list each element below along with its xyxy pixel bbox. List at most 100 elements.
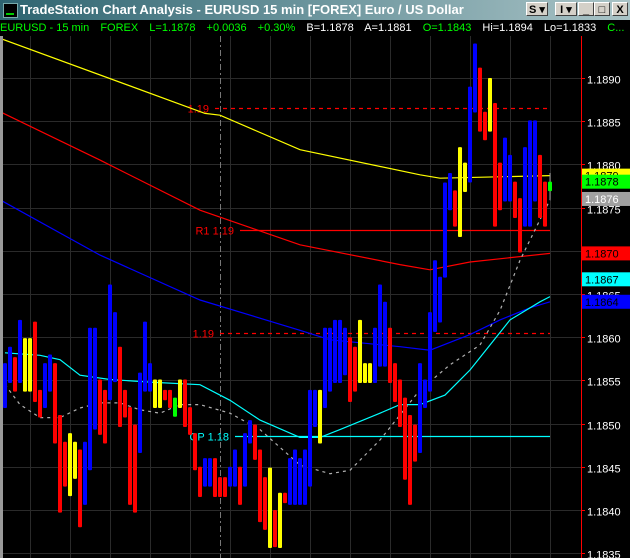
- price-bar: [128, 407, 132, 505]
- price-bar: [93, 327, 97, 430]
- price-bar: [158, 379, 162, 409]
- price-bar: [383, 301, 387, 367]
- bid-price: B=1.1878: [306, 22, 354, 34]
- price-tag-label: 1.1878: [585, 177, 619, 189]
- grid: [0, 36, 630, 558]
- price-bar: [88, 327, 92, 471]
- price-bar: [313, 389, 317, 428]
- last-price: L=1.1878: [149, 22, 196, 34]
- price-bar: [483, 111, 487, 141]
- price-bar: [148, 363, 152, 392]
- pct-change: +0.30%: [257, 22, 296, 34]
- price-bar: [108, 284, 112, 401]
- price-bar: [273, 510, 277, 548]
- price-bar: [163, 389, 167, 401]
- price-bar: [428, 312, 432, 392]
- price-bar: [123, 389, 127, 418]
- price-bar: [58, 414, 62, 513]
- price-bar: [283, 492, 287, 504]
- price-bar: [433, 260, 437, 333]
- i-menu-button[interactable]: I ▾: [555, 2, 577, 16]
- price-bar: [403, 397, 407, 480]
- open-price: O=1.1843: [422, 22, 472, 34]
- price-bar: [188, 407, 192, 435]
- price-bar: [228, 466, 232, 487]
- price-bar: [293, 449, 297, 505]
- price-bar: [193, 433, 197, 471]
- close-button[interactable]: X: [612, 2, 628, 16]
- price-bar: [418, 363, 422, 453]
- price-bar: [323, 327, 327, 409]
- price-bar: [258, 449, 262, 523]
- price-tag-label: 1.1867: [585, 274, 619, 286]
- maximize-button[interactable]: □: [594, 2, 610, 16]
- price-bar: [68, 433, 72, 497]
- symbol-label: EURUSD - 15 min: [0, 22, 90, 34]
- price-bar: [118, 346, 122, 428]
- price-bar: [308, 389, 312, 487]
- price-bar: [13, 357, 17, 392]
- price-tag-label: 1.1870: [585, 248, 619, 260]
- price-bar: [353, 346, 357, 392]
- price-bar: [318, 389, 322, 444]
- exchange-label: FOREX: [100, 22, 139, 34]
- price-bar: [463, 162, 467, 193]
- price-bar: [43, 363, 47, 409]
- price-bar: [223, 477, 227, 498]
- price-bar: [363, 363, 367, 383]
- left-border: [0, 36, 3, 558]
- symbol-info-bar: EURUSD - 15 min FOREX L=1.1878 +0.0036 +…: [0, 20, 630, 36]
- chart-background: [0, 36, 630, 558]
- price-bar: [508, 154, 512, 202]
- price-bar: [468, 86, 472, 183]
- price-bar: [533, 120, 537, 202]
- price-bar: [423, 379, 427, 409]
- price-bar: [373, 327, 377, 383]
- price-bar: [78, 449, 82, 528]
- price-bar: [213, 458, 217, 498]
- price-bar: [238, 466, 242, 505]
- axis-tick-label: 1.1890: [587, 75, 621, 87]
- price-bar: [48, 354, 52, 392]
- price-bar: [73, 441, 77, 479]
- price-bar: [268, 467, 272, 549]
- price-bar: [8, 346, 12, 383]
- price-bar: [413, 424, 417, 462]
- low-price: Lo=1.1833: [543, 22, 597, 34]
- price-bar: [288, 458, 292, 505]
- price-bar: [28, 338, 32, 392]
- price-bar: [138, 372, 142, 453]
- price-bar: [473, 43, 477, 113]
- price-bar: [368, 363, 372, 383]
- price-bar: [233, 449, 237, 487]
- price-bar: [218, 477, 222, 498]
- price-bar: [488, 78, 492, 132]
- axis-tick-label: 1.1845: [587, 464, 621, 476]
- price-bar: [338, 319, 342, 383]
- price-bar: [393, 363, 397, 402]
- axis-tick-label: 1.1860: [587, 334, 621, 346]
- price-bar: [513, 181, 517, 218]
- price-bar: [173, 397, 177, 417]
- minimize-button[interactable]: _: [578, 2, 594, 16]
- price-chart[interactable]: 1.19R1 1.191.19CP 1.181.18 1.18901.18851…: [0, 0, 630, 558]
- net-change: +0.0036: [206, 22, 247, 34]
- price-bar: [203, 458, 207, 487]
- price-bar: [98, 379, 102, 435]
- price-bar: [38, 389, 42, 418]
- title-bar[interactable]: TradeStation Chart Analysis - EURUSD 15 …: [0, 0, 630, 20]
- price-bar: [178, 379, 182, 409]
- price-bar: [113, 312, 117, 383]
- price-bar: [538, 154, 542, 218]
- price-bar: [478, 67, 482, 132]
- price-bar: [168, 389, 172, 409]
- price-bar: [343, 327, 347, 376]
- price-bar: [333, 319, 337, 383]
- pivot-level-label: R1 1.19: [195, 226, 234, 238]
- price-bar: [378, 284, 382, 367]
- ask-price: A=1.1881: [364, 22, 412, 34]
- price-bar: [438, 276, 442, 323]
- s-menu-button[interactable]: S ▾: [526, 2, 548, 16]
- price-bar: [198, 466, 202, 498]
- price-bar: [63, 441, 67, 487]
